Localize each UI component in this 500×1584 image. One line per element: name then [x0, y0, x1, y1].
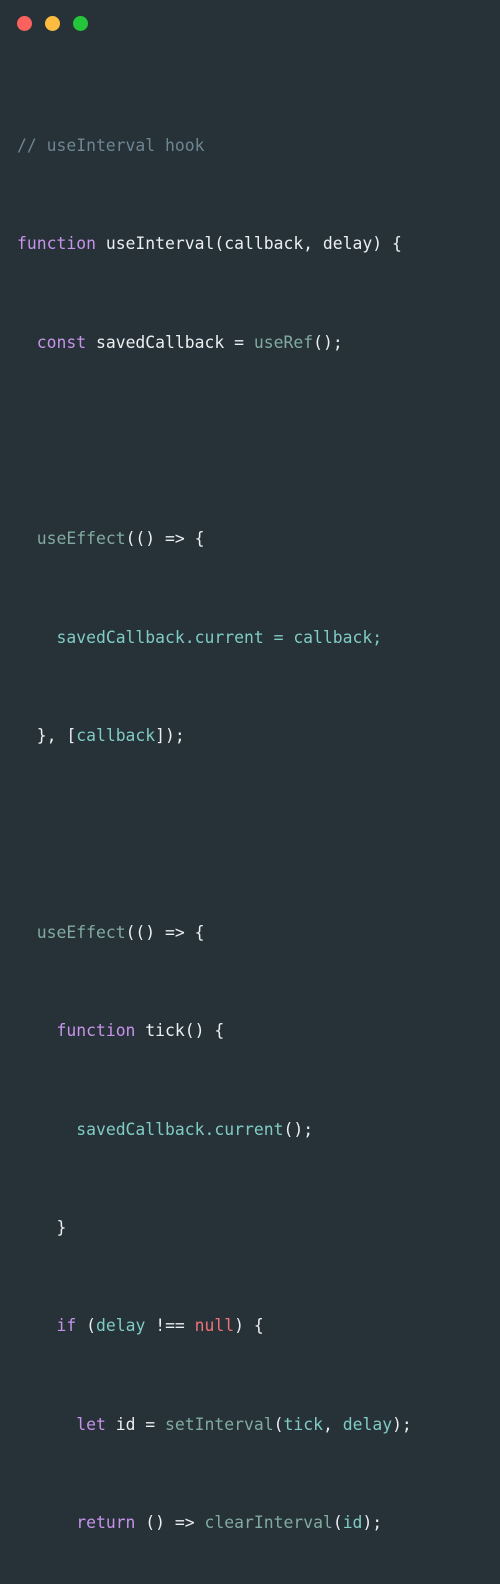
- code-token-variable: tick: [283, 1414, 323, 1434]
- code-line: return () => clearInterval(id);: [17, 1511, 500, 1536]
- code-token-indent: [17, 333, 37, 352]
- code-token-punct: }: [17, 1217, 67, 1237]
- code-token-indent: [17, 923, 37, 942]
- code-token-indent: [17, 1316, 56, 1335]
- code-line: if (delay !== null) {: [17, 1314, 500, 1339]
- code-line: savedCallback.current();: [17, 1118, 500, 1143]
- window-title-bar: [0, 0, 500, 46]
- code-token-comment: // useInterval hook: [17, 135, 205, 155]
- code-token-plain: savedCallback =: [86, 332, 254, 352]
- code-line: const savedCallback = useRef();: [17, 331, 500, 356]
- code-token-indent: [17, 1021, 56, 1040]
- code-token-punct: ,: [322, 1414, 343, 1434]
- code-token-punct: (: [76, 1316, 96, 1336]
- code-token-indent: [17, 1415, 76, 1434]
- code-line: let id = setInterval(tick, delay);: [17, 1413, 500, 1438]
- code-token-punct: !==: [145, 1316, 195, 1336]
- code-line: }: [17, 1216, 500, 1241]
- code-token-punct: ();: [313, 332, 343, 352]
- code-line: savedCallback.current = callback;: [17, 626, 500, 651]
- code-token-function: useEffect: [36, 529, 126, 549]
- code-token-indent: [17, 1513, 76, 1532]
- code-token-punct: );: [392, 1414, 412, 1434]
- code-token-property: savedCallback.current: [76, 1119, 284, 1139]
- code-line: }, [callback]);: [17, 724, 500, 749]
- code-token-variable: callback: [76, 726, 156, 746]
- code-token-plain: tick() {: [135, 1021, 225, 1041]
- code-token-indent: [17, 1120, 76, 1139]
- code-token-number: null: [194, 1316, 235, 1336]
- code-token-keyword: let: [76, 1414, 106, 1434]
- code-token-plain: id =: [105, 1414, 166, 1434]
- code-token-indent: [17, 628, 56, 647]
- code-token-punct: ) {: [234, 1316, 264, 1336]
- code-snippet-window: // useInterval hook function useInterval…: [0, 0, 500, 1532]
- code-token-punct: ();: [283, 1119, 314, 1139]
- code-token-punct: () =>: [135, 1513, 205, 1533]
- code-token-keyword: function: [56, 1021, 136, 1041]
- code-token-property: savedCallback.current = callback;: [56, 627, 383, 647]
- code-token-keyword: if: [56, 1316, 77, 1336]
- code-token-function: setInterval: [165, 1414, 274, 1434]
- code-token-keyword: return: [76, 1513, 136, 1533]
- code-token-keyword: const: [36, 332, 87, 352]
- zoom-window-button[interactable]: [73, 15, 88, 31]
- code-token-variable: id: [342, 1513, 363, 1533]
- code-token-function: useRef: [253, 332, 314, 352]
- code-token-punct: (: [332, 1513, 343, 1533]
- code-token-punct: (() => {: [125, 529, 205, 549]
- close-window-button[interactable]: [17, 15, 32, 31]
- code-line: useEffect(() => {: [17, 921, 500, 946]
- code-block[interactable]: // useInterval hook function useInterval…: [0, 46, 500, 1584]
- code-token-plain: useInterval(callback, delay) {: [95, 234, 402, 254]
- code-token-keyword: function: [17, 234, 96, 254]
- code-line: function tick() {: [17, 1019, 500, 1044]
- code-token-variable: delay: [95, 1316, 146, 1336]
- code-line: function useInterval(callback, delay) {: [17, 232, 500, 257]
- minimize-window-button[interactable]: [45, 15, 60, 31]
- code-token-indent: [17, 529, 37, 548]
- code-token-function: useEffect: [36, 922, 126, 942]
- code-token-punct: (: [273, 1414, 284, 1434]
- code-line: // useInterval hook: [17, 134, 500, 159]
- code-line: useEffect(() => {: [17, 527, 500, 552]
- code-token-function: clearInterval: [204, 1513, 333, 1533]
- code-token-variable: delay: [342, 1414, 393, 1434]
- code-token-punct: ]);: [155, 726, 185, 746]
- code-token-punct: );: [362, 1513, 383, 1533]
- code-token-punct: }, [: [17, 726, 77, 746]
- code-token-punct: (() => {: [125, 922, 205, 942]
